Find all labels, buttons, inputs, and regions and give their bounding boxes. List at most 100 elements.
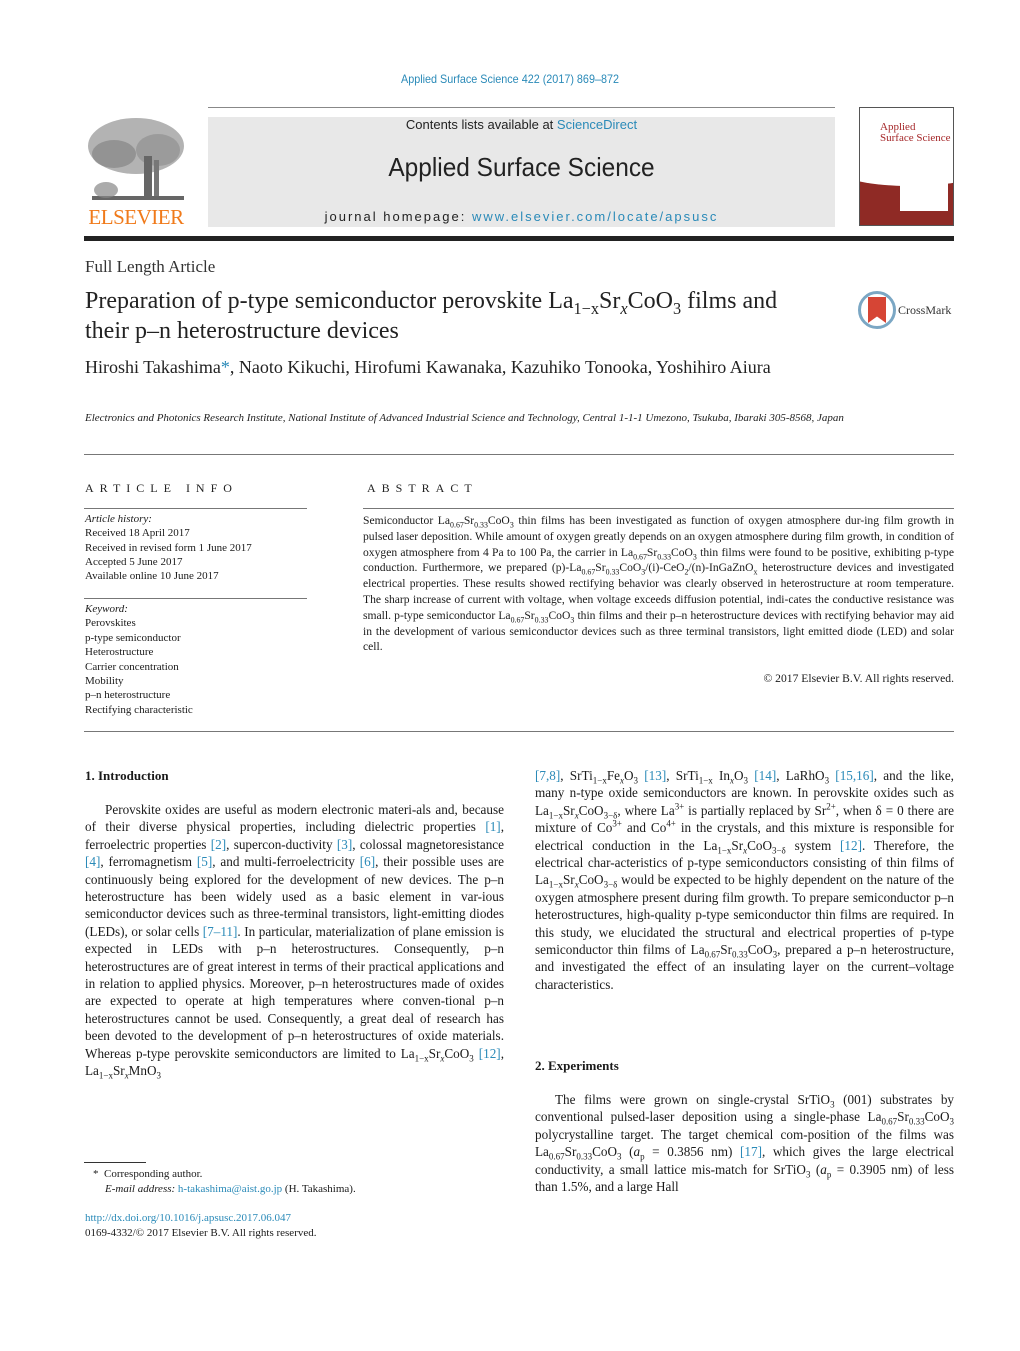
paragraph: Perovskite oxides are useful as modern e… [85,802,504,1081]
introduction-text-right-column: [7,8], SrTi1−xFexO3 [13], SrTi1−x InxO3 … [535,768,955,992]
author-names: , Naoto Kikuchi, Hirofumi Kawanaka, Kazu… [229,357,771,377]
contents-line: Contents lists available at ScienceDirec… [208,117,835,132]
subscript: 3 [570,615,575,625]
subscript: 3 [509,520,514,530]
abstract-rule [363,508,954,509]
article-type: Full Length Article [85,257,216,276]
citation-ref-link[interactable]: [7–11] [203,924,238,939]
doi-block: http://dx.doi.org/10.1016/j.apsusc.2017.… [85,1211,505,1240]
citation-ref-link[interactable]: [13] [644,768,666,783]
homepage-line: journal homepage: www.elsevier.com/locat… [208,209,835,224]
doi-link[interactable]: http://dx.doi.org/10.1016/j.apsusc.2017.… [85,1211,505,1226]
superscript: 3+ [612,818,622,829]
subscript: 3 [156,1070,161,1081]
homepage-prefix: journal homepage: [324,209,472,224]
citation-ref-link[interactable]: [17] [740,1144,762,1159]
journal-homepage-link[interactable]: www.elsevier.com/locate/apsusc [472,209,718,224]
title-rule [84,454,954,455]
abstract-copyright: © 2017 Elsevier B.V. All rights reserved… [763,672,954,685]
history-item: Available online 10 June 2017 [85,570,219,583]
title-subscript: 3 [672,298,682,318]
history-item: Received in revised form 1 June 2017 [85,541,252,554]
author-email-link[interactable]: h-takashima@aist.go.jp [178,1183,282,1195]
subscript: 0.33 [576,1151,593,1162]
subscript: 1−x [414,1053,429,1064]
subscript: 0.67 [548,1151,565,1162]
footnote-rule [84,1162,146,1163]
email-label: E-mail address: [105,1182,178,1195]
subscript: 1−x [717,845,732,856]
subscript: 1−x [98,1070,113,1081]
subscript: 0.67 [510,615,525,625]
subscript: 1−x [698,775,713,786]
paragraph: The films were grown on single-crystal S… [535,1092,955,1195]
italic-symbol: a [820,1161,827,1177]
citation-ref-link[interactable]: [14] [754,768,776,783]
citation-ref-link[interactable]: [12] [840,838,862,853]
subscript: 0.33 [474,520,488,530]
subscript: 3 [641,567,646,577]
history-item: Received 18 April 2017 [85,527,190,540]
footnote-star: * [93,1168,99,1180]
title-text: CoO [627,288,673,314]
subscript: 3 [692,551,697,561]
email-suffix: (H. Takashima). [282,1182,356,1195]
subscript: 0.67 [633,551,647,561]
citation-ref-link[interactable]: [12] [479,1046,501,1061]
subscript: x [124,1070,129,1081]
superscript: 2+ [826,801,836,812]
keyword-item: p–n heterostructure [85,689,171,702]
keyword-rule [84,598,307,599]
citation-ref-link[interactable]: [7,8] [535,768,560,783]
article-info-rule [84,508,307,509]
author-list: Hiroshi Takashima*, Naoto Kikuchi, Hirof… [85,356,845,379]
citation-ref-link[interactable]: [15,16] [835,768,873,783]
history-item: Accepted 5 June 2017 [85,555,183,568]
citation-ref-link[interactable]: [3] [337,837,352,852]
sciencedirect-link[interactable]: ScienceDirect [557,117,637,132]
subscript: x [620,775,624,786]
citation-ref-link[interactable]: [5] [197,854,212,869]
superscript: 4+ [666,818,676,829]
crossmark-badge[interactable]: CrossMark [858,291,958,331]
subscript: 3 [772,949,778,960]
keyword-item: Heterostructure [85,646,154,659]
subscript: 3−δ [603,880,618,891]
subscript: 1−x [548,880,563,891]
subscript: 0.67 [881,1117,898,1128]
author-name: Hiroshi Takashima [85,357,221,377]
keyword-item: Perovskites [85,617,136,630]
issn-copyright: 0169-4332/© 2017 Elsevier B.V. All right… [85,1226,317,1239]
citation-ref-link[interactable]: [2] [211,837,226,852]
subscript: x [574,810,579,821]
cover-title: Applied Surface Science [880,122,951,144]
journal-citation-link[interactable]: Applied Surface Science 422 (2017) 869–8… [51,72,969,86]
subscript: 3 [830,1099,835,1110]
header-rule [208,107,835,108]
section-heading-experiments: 2. Experiments [535,1058,619,1073]
subscript: 0.67 [704,949,721,960]
subscript: 1−x [592,775,607,786]
keyword-label: Keyword: [85,603,128,615]
crossmark-label: CrossMark [898,303,952,317]
citation-ref-link[interactable]: [4] [85,854,100,869]
subscript: 3 [824,775,830,786]
subscript: x [743,845,748,856]
journal-title: Applied Surface Science [388,152,655,182]
corresponding-author-link[interactable]: * [221,357,230,377]
subscript: 2 [684,567,689,577]
citation-ref-link[interactable]: [6] [360,854,375,869]
footnote: * Corresponding author. E-mail address: … [93,1167,513,1196]
journal-cover-thumbnail[interactable]: Applied Surface Science [859,107,954,226]
subscript: 0.33 [534,615,549,625]
keyword-list: Keyword: Perovskites p-type semiconducto… [85,602,307,717]
keyword-item: p-type semiconductor [85,631,181,644]
subscript: x [574,880,579,891]
abstract-heading: ABSTRACT [367,481,478,495]
subscript: 3 [633,775,639,786]
superscript: 3+ [674,801,685,812]
subscript: x [753,567,758,577]
citation-ref-link[interactable]: [1] [485,819,500,834]
article-info-heading: ARTICLE INFO [85,481,238,495]
subscript: 3−δ [772,845,786,856]
